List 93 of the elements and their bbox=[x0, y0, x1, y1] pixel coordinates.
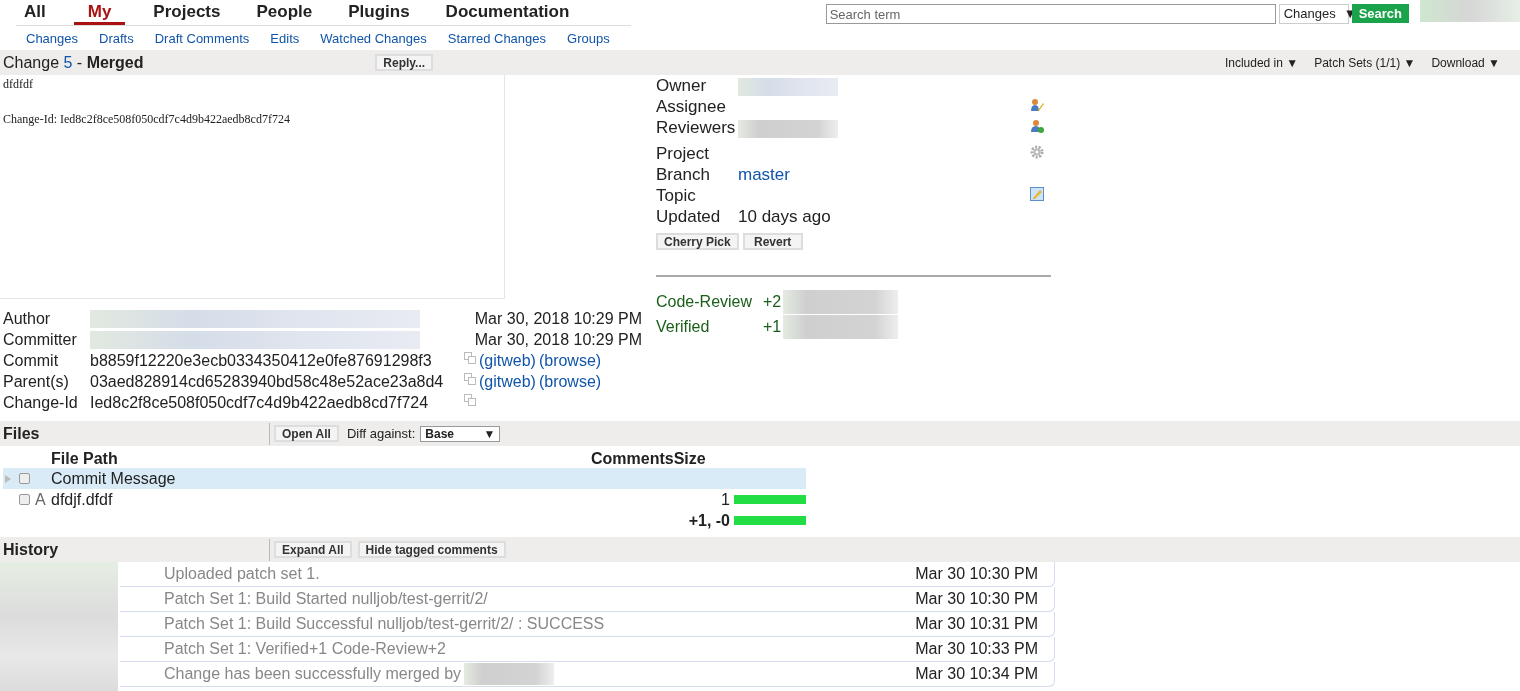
action-button[interactable]: Revert bbox=[742, 233, 803, 250]
section-title: Files bbox=[2, 424, 41, 443]
history-button[interactable]: Expand All bbox=[274, 541, 352, 558]
sub-nav-link[interactable]: Edits bbox=[270, 31, 300, 46]
vote-label: Code-Review bbox=[656, 292, 754, 312]
history-entry[interactable]: Patch Set 1: Build Successful nulljob/test-gerrit/2/ : SUCCESS Mar 30 10:31 PM bbox=[120, 612, 1055, 637]
history-time: Mar 30 10:33 PM bbox=[915, 640, 1038, 658]
history-time: Mar 30 10:30 PM bbox=[915, 565, 1038, 583]
sub-nav-link[interactable]: Watched Changes bbox=[320, 31, 427, 46]
dropdown-menu[interactable]: Included in ▼ bbox=[1224, 55, 1299, 70]
checkbox[interactable] bbox=[19, 473, 30, 484]
field-label: Topic bbox=[656, 185, 697, 206]
history-message: Patch Set 1: Build Started nulljob/test-gerrit/2/ bbox=[164, 590, 488, 608]
sub-nav-link[interactable]: Draft Comments bbox=[154, 31, 250, 46]
file-status: A bbox=[35, 490, 46, 508]
field-label: Author bbox=[3, 309, 52, 329]
field-value: b8859f12220e3ecb0334350412e0fe87691298f3 bbox=[90, 351, 433, 371]
field-label: Diff against: bbox=[346, 426, 416, 441]
sub-nav-link[interactable]: Drafts bbox=[99, 31, 134, 46]
column-header: Comments bbox=[591, 450, 674, 468]
history-time: Mar 30 10:34 PM bbox=[915, 665, 1038, 683]
file-row[interactable]: A dfdjf.dfdf 1 bbox=[3, 489, 806, 510]
vote-value: +2 bbox=[763, 292, 782, 312]
size-bar bbox=[734, 516, 806, 525]
date-text: Mar 30, 2018 10:29 PM bbox=[474, 330, 642, 350]
sub-nav-link[interactable]: Changes bbox=[26, 31, 79, 46]
nav-tab[interactable]: My bbox=[73, 0, 126, 25]
file-row[interactable]: Commit Message bbox=[3, 468, 806, 489]
nav-tab[interactable]: All bbox=[16, 0, 54, 25]
dropdown-menu[interactable]: Patch Sets (1/1) ▼ bbox=[1314, 55, 1416, 70]
link[interactable]: (gitweb) bbox=[479, 350, 536, 371]
history-entry[interactable]: Uploaded patch set 1. Mar 30 10:30 PM bbox=[120, 562, 1055, 587]
field-label: Parent(s) bbox=[3, 372, 70, 392]
history-time: Mar 30 10:30 PM bbox=[915, 590, 1038, 608]
branch-link[interactable]: master bbox=[738, 165, 790, 184]
commit-message-panel: dfdfdf Change-Id: Ied8c2f8ce508f050cdf7c4d9b422aedb8cd7f724 bbox=[0, 75, 505, 299]
checkbox[interactable] bbox=[19, 494, 30, 505]
open-all-button[interactable]: Open All bbox=[274, 425, 339, 442]
history-message: Change has been successfully merged by bbox=[164, 665, 462, 683]
history-message: Patch Set 1: Build Successful nulljob/test-gerrit/2/ : SUCCESS bbox=[164, 615, 605, 633]
file-name[interactable]: Commit Message bbox=[51, 469, 730, 488]
section-title: History bbox=[2, 540, 60, 559]
copy-icon[interactable] bbox=[464, 373, 476, 385]
field-label: Project bbox=[656, 143, 710, 164]
date-text: Mar 30, 2018 10:29 PM bbox=[474, 309, 642, 329]
field-label: Assignee bbox=[656, 96, 727, 117]
nav-tab[interactable]: Plugins bbox=[340, 0, 418, 25]
gear-icon[interactable] bbox=[1030, 145, 1044, 159]
field-label: Committer bbox=[3, 330, 78, 350]
history-message: Patch Set 1: Verified+1 Code-Review+2 bbox=[164, 640, 446, 658]
column-header: File Path bbox=[51, 450, 119, 468]
dropdown-menu[interactable]: Download ▼ bbox=[1431, 55, 1500, 70]
size-bar bbox=[734, 495, 806, 504]
history-entry[interactable]: Patch Set 1: Build Started nulljob/test-gerrit/2/ Mar 30 10:30 PM bbox=[120, 587, 1055, 612]
history-button[interactable]: Hide tagged comments bbox=[357, 541, 506, 558]
search-field[interactable]: Search term bbox=[825, 4, 1276, 24]
size-total: +1, -0 bbox=[688, 511, 731, 530]
field-label: Change-Id bbox=[3, 393, 79, 413]
history-time: Mar 30 10:31 PM bbox=[915, 615, 1038, 633]
nav-tab[interactable]: Projects bbox=[145, 0, 229, 25]
field-value: 10 days ago bbox=[738, 207, 831, 226]
field-label: Commit bbox=[3, 351, 60, 371]
size-text: 1 bbox=[721, 490, 730, 508]
action-button[interactable]: Cherry Pick bbox=[656, 233, 739, 250]
field-label: Owner bbox=[656, 75, 708, 96]
sub-nav-link[interactable]: Starred Changes bbox=[447, 31, 547, 46]
file-name[interactable]: dfdjf.dfdf bbox=[51, 490, 722, 509]
link[interactable]: (browse) bbox=[538, 350, 602, 371]
field-label: Updated bbox=[656, 206, 722, 227]
history-message: Uploaded patch set 1. bbox=[164, 565, 320, 583]
pointer-icon bbox=[5, 474, 11, 483]
field-label: Reviewers bbox=[656, 117, 737, 138]
vote-label: Verified bbox=[656, 317, 711, 337]
diff-base-dropdown[interactable]: Base ▼ bbox=[420, 425, 501, 442]
copy-icon[interactable] bbox=[464, 394, 476, 406]
copy-icon[interactable] bbox=[464, 352, 476, 364]
edit-icon[interactable] bbox=[1030, 187, 1044, 201]
column-header: Size bbox=[673, 450, 706, 468]
field-value: 03aed828914cd65283940bd58c48e52ace23a8d4 bbox=[90, 372, 445, 392]
link[interactable]: (gitweb) bbox=[479, 371, 536, 392]
reply-button[interactable]: Reply... bbox=[375, 54, 434, 71]
edit-person-icon[interactable] bbox=[1030, 98, 1044, 112]
history-entry[interactable]: Patch Set 1: Verified+1 Code-Review+2 Mar 30 10:33 PM bbox=[120, 637, 1055, 662]
field-label: Branch bbox=[656, 164, 711, 185]
sub-nav-link[interactable]: Groups bbox=[567, 31, 610, 46]
nav-tab[interactable]: People bbox=[248, 0, 321, 25]
add-person-icon[interactable] bbox=[1030, 119, 1044, 133]
change-title: Change 5 - Merged bbox=[3, 53, 144, 72]
vote-value: +1 bbox=[763, 317, 782, 337]
history-entry[interactable]: Change has been successfully merged by Mar 30 10:34 PM bbox=[120, 662, 1055, 687]
nav-tab[interactable]: Documentation bbox=[437, 0, 578, 25]
field-value: Ied8c2f8ce508f050cdf7c4d9b422aedb8cd7f724 bbox=[90, 393, 430, 413]
link[interactable]: (browse) bbox=[538, 371, 602, 392]
